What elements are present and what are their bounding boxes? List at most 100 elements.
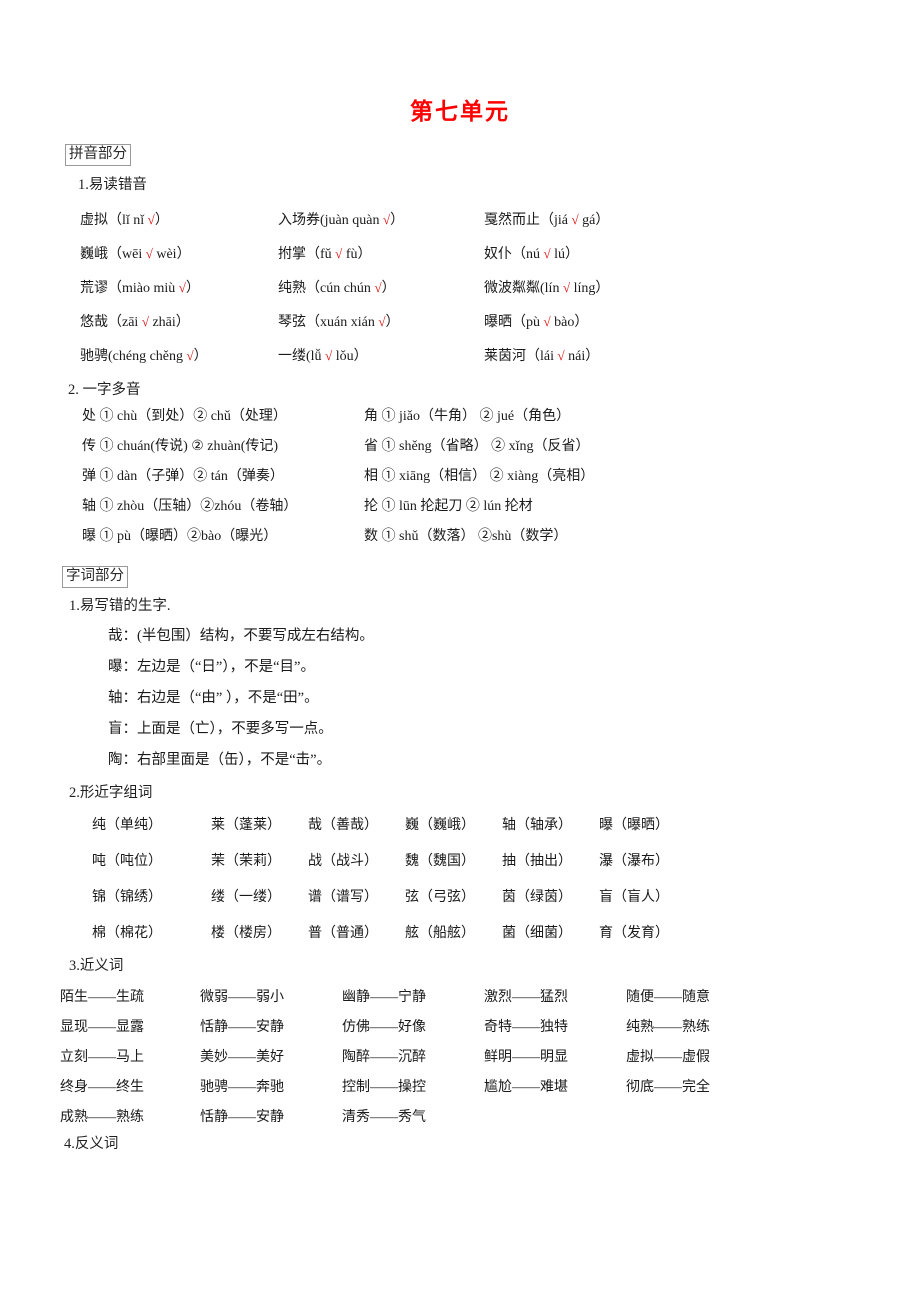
pinyin-rows: 虚拟（lǐ nǐ √） 入场券(juàn quàn √） 戛然而止（jiá √ …: [70, 203, 860, 373]
synonym-cell: 彻底——完全: [626, 1080, 710, 1096]
similar-character-cell: 普（普通）: [308, 925, 378, 941]
wrong-character-notes: 哉：(半包围）结构，不要写成左右结构。 曝：左边是（“日”），不是“目”。 轴：…: [60, 621, 860, 776]
synonym-cell: 显现——显露: [60, 1020, 144, 1036]
subheading-yidu-cuoyin: 1.易读错音: [78, 176, 147, 193]
page-title: 第七单元: [410, 99, 510, 124]
synonym-cell: 成熟——熟练: [60, 1110, 144, 1126]
multi-pronunciation-row: 曝 ① pù（曝晒）②bào（曝光） 数 ① shǔ（数落） ②shù（数学）: [70, 522, 860, 552]
similar-character-cell: 育（发育）: [599, 925, 669, 941]
synonym-cell: 仿佛——好像: [342, 1020, 426, 1036]
synonym-cell: 立刻——马上: [60, 1050, 144, 1066]
synonym-cell: 清秀——秀气: [342, 1110, 426, 1126]
pinyin-cell: 微波粼粼(lín √ líng）: [484, 279, 610, 296]
correct-pronunciation-check-icon: √: [374, 279, 382, 295]
similar-character-cell: 战（战斗）: [308, 853, 378, 869]
pinyin-cell: 纯熟（cún chún √）: [278, 279, 396, 296]
correct-pronunciation-check-icon: √: [543, 245, 551, 261]
correct-pronunciation-check-icon: √: [543, 313, 551, 329]
subheading-fanyici: 4.反义词: [64, 1136, 119, 1153]
similar-character-cell: 菌（细菌）: [502, 925, 572, 941]
note-line: 轴：右边是（“由” ），不是“田”。: [108, 689, 319, 706]
synonym-cell: 尴尬——难堪: [484, 1080, 568, 1096]
multi-pronunciation-cell: 处 ① chù（到处）② chǔ（处理）: [82, 409, 287, 425]
similar-character-cell: 抽（抽出）: [502, 853, 572, 869]
multi-pronunciation-cell: 抡 ① lūn 抡起刀 ② lún 抡材: [364, 499, 533, 515]
correct-pronunciation-check-icon: √: [557, 347, 565, 363]
synonym-cell: 激烈——猛烈: [484, 990, 568, 1006]
section-heading-pinyin: 拼音部分: [65, 144, 131, 166]
note-line: 哉：(半包围）结构，不要写成左右结构。: [108, 627, 374, 644]
pinyin-cell: 戛然而止（jiá √ gá）: [484, 211, 610, 228]
synonym-cell: 陌生——生疏: [60, 990, 144, 1006]
synonym-cell: 随便——随意: [626, 990, 710, 1006]
similar-character-cell: 谱（谱写）: [308, 889, 378, 905]
similar-character-rows: 纯（单纯） 莱（蓬莱） 哉（善哉） 巍（巍峨） 轴（轴承） 曝（曝晒） 吨（吨位…: [70, 808, 860, 952]
correct-pronunciation-check-icon: √: [178, 279, 186, 295]
synonym-cell: 微弱——弱小: [200, 990, 284, 1006]
similar-character-cell: 弦（弓弦）: [405, 889, 475, 905]
synonym-cell: 纯熟——熟练: [626, 1020, 710, 1036]
pinyin-cell: 琴弦（xuán xián √）: [278, 313, 400, 330]
multi-pronunciation-cell: 弹 ① dàn（子弹）② tán（弹奏）: [82, 469, 284, 485]
synonym-cell: 恬静——安静: [200, 1020, 284, 1036]
subheading-jinyici: 3.近义词: [69, 957, 124, 974]
correct-pronunciation-check-icon: √: [186, 347, 194, 363]
note-line: 陶：右部里面是（缶），不是“击”。: [108, 751, 332, 768]
note-line: 盲：上面是（亡），不要多写一点。: [108, 720, 333, 737]
synonym-row: 显现——显露 恬静——安静 仿佛——好像 奇特——独特 纯熟——熟练: [60, 1013, 860, 1043]
pinyin-cell: 虚拟（lǐ nǐ √）: [80, 211, 169, 228]
pinyin-cell: 驰骋(chéng chěng √）: [80, 347, 208, 364]
correct-pronunciation-check-icon: √: [571, 211, 579, 227]
similar-character-cell: 曝（曝晒）: [599, 817, 669, 833]
synonym-cell: 驰骋——奔驰: [200, 1080, 284, 1096]
similar-character-cell: 棉（棉花）: [92, 925, 162, 941]
subheading-yixie-cuo: 1.易写错的生字.: [69, 598, 171, 615]
subheading-yizi-duoyin: 2. 一字多音: [68, 382, 141, 399]
multi-pronunciation-rows: 处 ① chù（到处）② chǔ（处理） 角 ① jiǎo（牛角） ② jué（…: [70, 402, 860, 552]
multi-pronunciation-cell: 传 ① chuán(传说) ② zhuàn(传记): [82, 439, 279, 455]
note-line: 曝：左边是（“日”），不是“目”。: [108, 658, 315, 675]
synonym-cell: 终身——终生: [60, 1080, 144, 1096]
multi-pronunciation-row: 轴 ① zhòu（压轴）②zhóu（卷轴） 抡 ① lūn 抡起刀 ② lún …: [70, 492, 860, 522]
similar-character-row: 锦（锦绣） 缕（一缕） 谱（谱写） 弦（弓弦） 茵（绿茵） 盲（盲人）: [70, 880, 860, 916]
pinyin-cell: 拊掌（fǔ √ fù）: [278, 245, 372, 262]
pinyin-cell: 曝晒（pù √ bào）: [484, 313, 589, 330]
synonym-cell: 恬静——安静: [200, 1110, 284, 1126]
synonym-row: 立刻——马上 美妙——美好 陶醉——沉醉 鲜明——明显 虚拟——虚假: [60, 1043, 860, 1073]
multi-pronunciation-cell: 角 ① jiǎo（牛角） ② jué（角色）: [364, 409, 571, 425]
synonym-cell: 幽静——宁静: [342, 990, 426, 1006]
pinyin-row: 驰骋(chéng chěng √） 一缕(lǚ √ lǒu） 莱茵河（lái √…: [70, 339, 860, 373]
section-heading-pinyin-wrap: 拼音部分: [65, 144, 860, 166]
synonym-rows: 陌生——生疏 微弱——弱小 幽静——宁静 激烈——猛烈 随便——随意 显现——显…: [60, 983, 860, 1133]
synonym-cell: 奇特——独特: [484, 1020, 568, 1036]
pinyin-cell: 悠哉（zāi √ zhāi）: [80, 313, 190, 330]
synonym-cell: 鲜明——明显: [484, 1050, 568, 1066]
pinyin-cell: 巍峨（wēi √ wèi）: [80, 245, 191, 262]
synonym-cell: 陶醉——沉醉: [342, 1050, 426, 1066]
pinyin-cell: 入场券(juàn quàn √）: [278, 211, 405, 228]
correct-pronunciation-check-icon: √: [141, 313, 149, 329]
correct-pronunciation-check-icon: √: [147, 211, 155, 227]
synonym-row: 成熟——熟练 恬静——安静 清秀——秀气: [60, 1103, 860, 1133]
similar-character-cell: 锦（锦绣）: [92, 889, 162, 905]
section-heading-zici: 字词部分: [62, 566, 128, 589]
pinyin-cell: 莱茵河（lái √ nái）: [484, 347, 600, 364]
pinyin-cell: 奴仆（nú √ lú）: [484, 245, 580, 262]
correct-pronunciation-check-icon: √: [145, 245, 153, 261]
similar-character-cell: 缕（一缕）: [211, 889, 281, 905]
multi-pronunciation-cell: 省 ① shěng（省略） ② xǐng（反省）: [364, 439, 590, 455]
multi-pronunciation-cell: 轴 ① zhòu（压轴）②zhóu（卷轴）: [82, 499, 298, 515]
pinyin-row: 虚拟（lǐ nǐ √） 入场券(juàn quàn √） 戛然而止（jiá √ …: [70, 203, 860, 237]
multi-pronunciation-row: 处 ① chù（到处）② chǔ（处理） 角 ① jiǎo（牛角） ② jué（…: [70, 402, 860, 432]
subheading-xingjinzi: 2.形近字组词: [69, 784, 153, 801]
similar-character-cell: 莱（蓬莱）: [211, 817, 281, 833]
similar-character-row: 纯（单纯） 莱（蓬莱） 哉（善哉） 巍（巍峨） 轴（轴承） 曝（曝晒）: [70, 808, 860, 844]
similar-character-cell: 舷（船舷）: [405, 925, 475, 941]
multi-pronunciation-row: 传 ① chuán(传说) ② zhuàn(传记) 省 ① shěng（省略） …: [70, 432, 860, 462]
synonym-row: 陌生——生疏 微弱——弱小 幽静——宁静 激烈——猛烈 随便——随意: [60, 983, 860, 1013]
similar-character-cell: 楼（楼房）: [211, 925, 281, 941]
similar-character-cell: 巍（巍峨）: [405, 817, 475, 833]
pinyin-cell: 荒谬（miào miù √）: [80, 279, 200, 296]
synonym-cell: 虚拟——虚假: [626, 1050, 710, 1066]
multi-pronunciation-cell: 相 ① xiāng（相信） ② xiàng（亮相）: [364, 469, 595, 485]
